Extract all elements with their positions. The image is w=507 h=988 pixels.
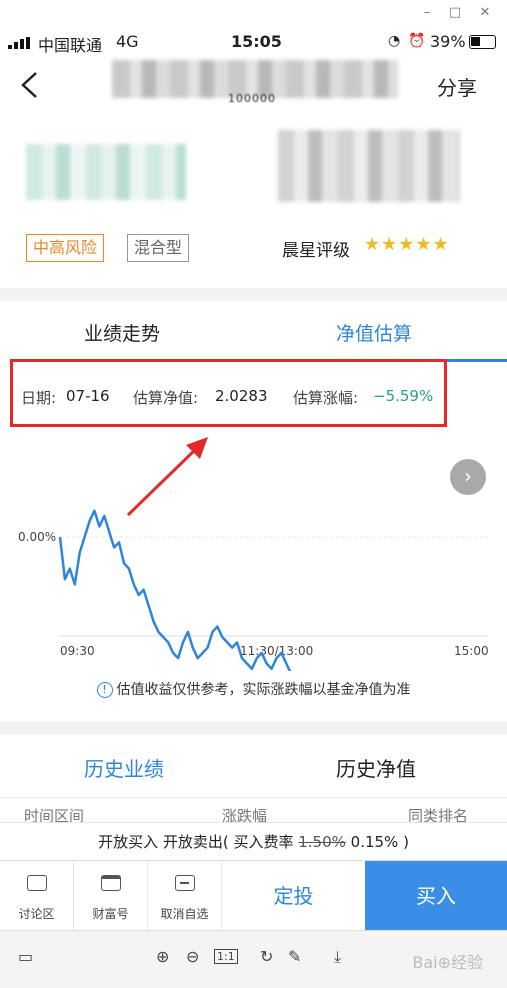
fee-open-text: 开放买入 开放卖出( 买入费率: [98, 833, 299, 851]
store-icon: [101, 875, 121, 891]
disclaimer-note: ! 估值收益仅供参考，实际涨跌幅以基金净值为准: [0, 679, 507, 699]
chat-icon: [27, 875, 47, 891]
date-label: 日期:: [21, 389, 57, 407]
nav-value: 2.0283: [215, 387, 268, 405]
nav-label: 估算净值:: [133, 389, 199, 407]
wealth-button[interactable]: 财富号: [74, 861, 148, 931]
watermark: Bai⊕经验: [412, 953, 483, 972]
clock: 15:05: [231, 32, 282, 51]
app-screen: – □ ✕ 中国联通 4G 15:05 ◔ ⏰ 39% 100000 分享 中高…: [0, 0, 507, 988]
window-titlebar: – □ ✕: [0, 0, 507, 26]
discuss-button[interactable]: 讨论区: [0, 861, 74, 931]
disclaimer-text: 估值收益仅供参考，实际涨跌幅以基金净值为准: [116, 682, 411, 698]
type-badge: 混合型: [127, 234, 190, 262]
zoom-out-icon[interactable]: ⊖: [186, 947, 199, 966]
fee-close: ): [398, 833, 409, 851]
alarm-icon: ⏰: [408, 33, 426, 49]
risk-badge: 中高风险: [26, 234, 105, 262]
star-rating: ★★★★★: [364, 234, 450, 255]
y-tick-label: 0.00%: [18, 530, 56, 544]
unfavorite-icon: [175, 875, 195, 891]
wealth-label: 财富号: [92, 907, 129, 921]
carrier: 中国联通: [38, 36, 103, 55]
active-tab-indicator: [447, 359, 507, 362]
discuss-label: 讨论区: [18, 907, 55, 921]
metric-right-blurred: [278, 130, 460, 202]
actual-size-icon[interactable]: 1:1: [214, 949, 238, 964]
change-value: −5.59%: [373, 387, 434, 405]
chevron-left-icon[interactable]: [18, 70, 42, 100]
fee-old-rate: 1.50%: [298, 833, 346, 851]
pencil-icon[interactable]: ✎: [288, 947, 301, 966]
change-label: 估算涨幅:: [293, 389, 359, 407]
signal-icon: [8, 37, 30, 49]
performance-section: 业绩走势 净值估算 日期: 07-16 估算净值: 2.0283 估算涨幅: −…: [0, 301, 507, 721]
zoom-in-icon[interactable]: ⊕: [156, 947, 169, 966]
buy-button[interactable]: 买入: [365, 861, 507, 931]
date-value: 07-16: [66, 387, 110, 405]
network: 4G: [116, 32, 139, 51]
unfavorite-label: 取消自选: [160, 907, 209, 921]
unfavorite-button[interactable]: 取消自选: [148, 861, 222, 931]
fund-code-fragment: 100000: [228, 92, 276, 105]
fee-bar: 开放买入 开放卖出( 买入费率 1.50% 0.15% ): [0, 822, 507, 860]
rating-label: 晨星评级: [282, 241, 350, 261]
fee-new-rate: 0.15%: [345, 833, 399, 851]
intraday-line-chart: 3.00%0.00%-3.00%09:3011:30/13:0015:00: [18, 509, 489, 671]
x-tick-label: 09:30: [60, 644, 95, 658]
info-icon: !: [96, 682, 113, 698]
rotate-icon[interactable]: ↻: [260, 947, 273, 966]
x-tick-label: 15:00: [454, 644, 489, 658]
share-button[interactable]: 分享: [437, 72, 477, 101]
status-bar: 中国联通 4G 15:05 ◔ ⏰ 39%: [0, 26, 507, 58]
performance-tabs: 业绩走势 净值估算: [0, 301, 507, 363]
battery-icon: [469, 35, 496, 49]
download-icon[interactable]: ⤓: [334, 947, 341, 967]
tab-history-nav[interactable]: 历史净值: [336, 753, 416, 782]
battery-percent: 39%: [430, 32, 466, 51]
divider: [0, 797, 507, 798]
x-tick-label: 11:30/13:00: [240, 644, 313, 658]
bottom-action-bar: 讨论区 财富号 取消自选 定投 买入: [0, 860, 507, 931]
tab-history-performance[interactable]: 历史业绩: [84, 753, 164, 782]
screen-icon[interactable]: ▭: [18, 947, 33, 966]
tab-estimate[interactable]: 净值估算: [336, 319, 412, 346]
lock-rotation-icon: ◔: [388, 33, 401, 49]
metric-left-blurred: [26, 144, 186, 200]
history-section: 历史业绩 历史净值 时间区间 涨跌幅 同类排名: [0, 735, 507, 825]
chart-next-button[interactable]: ›: [450, 459, 486, 495]
close-button[interactable]: ✕: [476, 4, 494, 22]
tab-trend[interactable]: 业绩走势: [84, 319, 160, 346]
maximize-button[interactable]: □: [446, 4, 464, 22]
fund-header: 100000 分享 中高风险 混合型 晨星评级 ★★★★★: [0, 58, 507, 288]
estimate-info-box: 日期: 07-16 估算净值: 2.0283 估算涨幅: −5.59%: [10, 359, 447, 427]
minimize-button[interactable]: –: [418, 4, 436, 22]
viewer-toolbar: ▭ ⊕ ⊖ 1:1 ↻ ✎ ⤓ Bai⊕经验: [0, 930, 507, 988]
dingtou-button[interactable]: 定投: [222, 861, 365, 931]
